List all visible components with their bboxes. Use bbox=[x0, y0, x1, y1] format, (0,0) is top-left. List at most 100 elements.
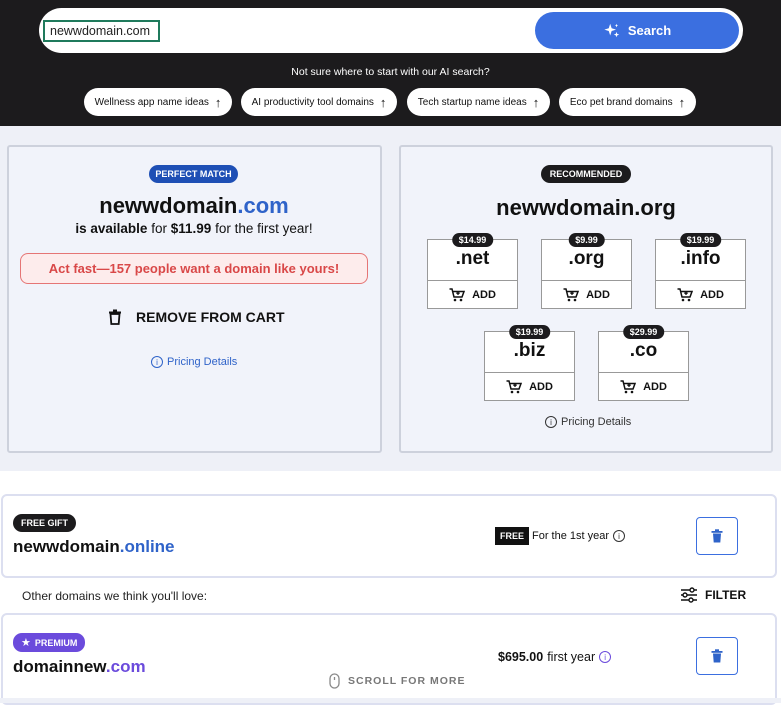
premium-badge: ★ PREMIUM bbox=[13, 633, 86, 652]
trash-icon bbox=[109, 309, 121, 325]
tld-name: .biz bbox=[513, 340, 546, 361]
search-button[interactable]: Search bbox=[535, 12, 739, 49]
suggestion-chip-ai-productivity[interactable]: AI productivity tool domains ↑ bbox=[241, 88, 397, 116]
filter-button[interactable]: FILTER bbox=[680, 587, 746, 603]
filter-label: FILTER bbox=[705, 588, 747, 602]
add-label: ADD bbox=[472, 288, 496, 301]
suggestion-label: Eco pet brand domains bbox=[569, 96, 673, 108]
info-icon: i bbox=[545, 416, 557, 428]
info-icon: i bbox=[151, 356, 163, 368]
tld-name: .co bbox=[629, 340, 658, 361]
trash-icon bbox=[711, 529, 723, 543]
perfect-match-badge: PERFECT MATCH bbox=[149, 165, 238, 183]
tld-name: .net bbox=[455, 248, 490, 269]
availability-text: is available for $11.99 for the first ye… bbox=[8, 221, 380, 236]
perfect-match-card bbox=[7, 145, 382, 453]
premium-domain-name: domainnew bbox=[13, 657, 106, 676]
tld-price: $19.99 bbox=[508, 325, 551, 339]
available-label: is available bbox=[75, 221, 148, 236]
free-gift-row bbox=[1, 494, 777, 578]
scroll-for-more: SCROLL FOR MORE bbox=[329, 673, 465, 689]
premium-domain: domainnew.com bbox=[13, 657, 146, 677]
add-label: ADD bbox=[643, 380, 667, 393]
premium-price-suffix: first year bbox=[547, 650, 596, 664]
page-bottom-edge bbox=[0, 698, 781, 703]
tld-card-org: $9.99 .org ADD bbox=[541, 233, 632, 309]
remove-gift-button[interactable] bbox=[696, 517, 738, 555]
scroll-label: SCROLL FOR MORE bbox=[348, 675, 466, 687]
suggestion-label: AI productivity tool domains bbox=[251, 96, 374, 108]
match-domain-name: newwdomain bbox=[99, 193, 238, 218]
tld-price: $29.99 bbox=[622, 325, 665, 339]
info-icon[interactable]: i bbox=[613, 530, 626, 542]
free-text: For the 1st year i bbox=[532, 530, 626, 542]
free-gift-badge: FREE GIFT bbox=[13, 514, 76, 532]
remove-premium-button[interactable] bbox=[696, 637, 738, 675]
remove-label: REMOVE FROM CART bbox=[136, 309, 285, 325]
match-domain-tld: .com bbox=[237, 193, 289, 218]
star-icon: ★ bbox=[21, 637, 31, 649]
pricing-details-label: Pricing Details bbox=[167, 356, 238, 368]
tld-card-co: $29.99 .co ADD bbox=[598, 325, 689, 401]
suggestion-label: Tech startup name ideas bbox=[417, 96, 527, 108]
sparkle-icon bbox=[604, 23, 620, 37]
suggestion-chip-eco-pet[interactable]: Eco pet brand domains ↑ bbox=[559, 88, 696, 116]
tld-card-net: $14.99 .net ADD bbox=[427, 233, 518, 309]
cart-plus-icon bbox=[563, 287, 580, 301]
add-to-cart-button[interactable]: ADD bbox=[428, 280, 517, 308]
arrow-up-icon: ↑ bbox=[379, 94, 387, 110]
tld-name: .info bbox=[680, 248, 721, 269]
arrow-up-icon: ↑ bbox=[678, 94, 686, 110]
free-text-label: For the 1st year bbox=[532, 530, 610, 542]
search-input[interactable]: newwdomain.com bbox=[43, 20, 160, 42]
match-domain: newwdomain.com bbox=[8, 193, 380, 219]
remove-from-cart-button[interactable]: REMOVE FROM CART bbox=[108, 309, 285, 325]
premium-price-value: $695.00 bbox=[498, 650, 544, 664]
add-to-cart-button[interactable]: ADD bbox=[485, 372, 574, 400]
premium-domain-tld: .com bbox=[105, 657, 146, 676]
price-suffix: for the first year! bbox=[215, 221, 313, 236]
tld-card-info: $19.99 .info ADD bbox=[655, 233, 746, 309]
suggestion-chip-wellness[interactable]: Wellness app name ideas ↑ bbox=[84, 88, 232, 116]
add-label: ADD bbox=[529, 380, 553, 393]
tld-price: $19.99 bbox=[679, 233, 722, 247]
mouse-icon bbox=[329, 673, 340, 689]
tld-card-biz: $19.99 .biz ADD bbox=[484, 325, 575, 401]
cart-plus-icon bbox=[449, 287, 466, 301]
info-icon[interactable]: i bbox=[599, 651, 612, 663]
available-for: for bbox=[151, 221, 167, 236]
add-to-cart-button[interactable]: ADD bbox=[656, 280, 745, 308]
other-domains-label: Other domains we think you'll love: bbox=[22, 589, 208, 603]
free-tag: FREE bbox=[495, 527, 530, 545]
arrow-up-icon: ↑ bbox=[532, 94, 540, 110]
match-price: $11.99 bbox=[170, 221, 212, 236]
recommended-badge: RECOMMENDED bbox=[541, 165, 631, 183]
search-button-label: Search bbox=[627, 23, 672, 38]
gift-domain-tld: .online bbox=[119, 537, 175, 556]
filter-sliders-icon bbox=[681, 587, 697, 603]
premium-price: $695.00 first year i bbox=[498, 650, 612, 664]
suggestion-chip-tech-startup[interactable]: Tech startup name ideas ↑ bbox=[407, 88, 550, 116]
cart-plus-icon bbox=[677, 287, 694, 301]
pricing-details-link[interactable]: i Pricing Details bbox=[151, 356, 237, 368]
gift-domain: newwdomain.online bbox=[13, 537, 175, 557]
urgency-warning: Act fast—157 people want a domain like y… bbox=[20, 253, 368, 284]
pricing-details-link[interactable]: i Pricing Details bbox=[545, 416, 631, 428]
ai-hint-text: Not sure where to start with our AI sear… bbox=[291, 66, 490, 78]
tld-price: $9.99 bbox=[568, 233, 605, 247]
tld-price: $14.99 bbox=[451, 233, 494, 247]
add-to-cart-button[interactable]: ADD bbox=[599, 372, 688, 400]
recommended-domain: newwdomain.org bbox=[496, 195, 676, 220]
add-label: ADD bbox=[700, 288, 724, 301]
arrow-up-icon: ↑ bbox=[214, 94, 222, 110]
add-to-cart-button[interactable]: ADD bbox=[542, 280, 631, 308]
cart-plus-icon bbox=[620, 379, 637, 393]
gift-domain-name: newwdomain bbox=[13, 537, 120, 556]
premium-label: PREMIUM bbox=[34, 637, 78, 648]
cart-plus-icon bbox=[506, 379, 523, 393]
pricing-details-label: Pricing Details bbox=[561, 416, 632, 428]
suggestion-label: Wellness app name ideas bbox=[94, 96, 209, 108]
trash-icon bbox=[711, 649, 723, 663]
add-label: ADD bbox=[586, 288, 610, 301]
tld-name: .org bbox=[568, 248, 605, 269]
